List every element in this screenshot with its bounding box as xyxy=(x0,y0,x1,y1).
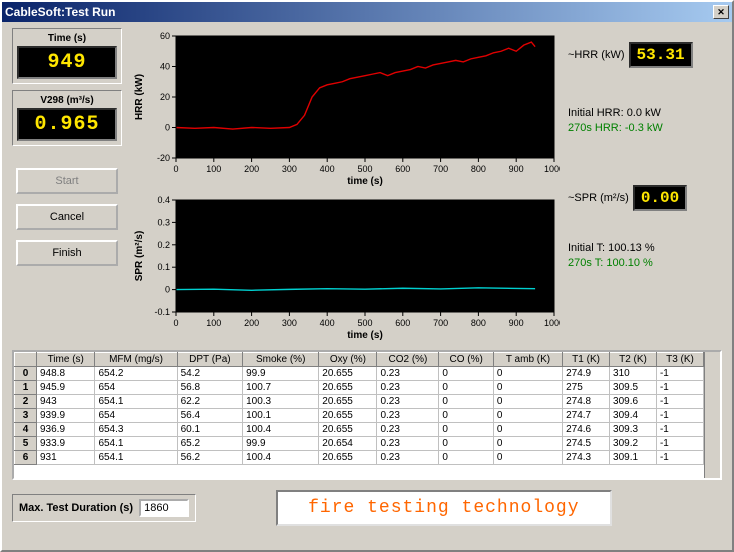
svg-text:400: 400 xyxy=(320,164,335,174)
svg-text:200: 200 xyxy=(244,164,259,174)
table-row[interactable]: 5933.9654.165.299.920.6540.2300274.5309.… xyxy=(15,437,720,451)
svg-text:500: 500 xyxy=(357,318,372,328)
svg-text:600: 600 xyxy=(395,318,410,328)
table-row[interactable]: 1945.965456.8100.720.6550.2300275309.5-1 xyxy=(15,381,720,395)
logo: fire testing technology xyxy=(276,490,611,526)
svg-text:900: 900 xyxy=(509,164,524,174)
hrr-value: 53.31 xyxy=(629,42,693,68)
svg-text:time (s): time (s) xyxy=(347,330,383,341)
svg-text:HRR (kW): HRR (kW) xyxy=(134,74,145,120)
svg-text:0.3: 0.3 xyxy=(157,217,170,227)
svg-text:-0.1: -0.1 xyxy=(154,307,170,317)
svg-text:0.4: 0.4 xyxy=(157,195,170,205)
window-title: CableSoft:Test Run xyxy=(5,5,115,19)
svg-text:60: 60 xyxy=(160,31,170,41)
finish-button[interactable]: Finish xyxy=(16,240,118,266)
duration-group: Max. Test Duration (s) xyxy=(12,494,196,522)
table-row[interactable]: 6931654.156.2100.420.6550.2300274.3309.1… xyxy=(15,451,720,465)
svg-text:300: 300 xyxy=(282,164,297,174)
hrr-chart: 01002003004005006007008009001000-2002040… xyxy=(130,28,560,188)
svg-text:300: 300 xyxy=(282,318,297,328)
table-header: CO (%) xyxy=(439,353,493,367)
data-table: Time (s)MFM (mg/s)DPT (Pa)Smoke (%)Oxy (… xyxy=(14,352,720,465)
svg-text:0: 0 xyxy=(173,318,178,328)
table-header: Smoke (%) xyxy=(243,353,319,367)
spr-value: 0.00 xyxy=(633,185,687,211)
svg-text:1000: 1000 xyxy=(544,318,560,328)
svg-text:20: 20 xyxy=(160,92,170,102)
app-window: CableSoft:Test Run ✕ Time (s) 949 V298 (… xyxy=(0,0,734,552)
table-header: DPT (Pa) xyxy=(177,353,242,367)
duration-label: Max. Test Duration (s) xyxy=(19,502,133,514)
table-row[interactable]: 2943654.162.2100.320.6550.2300274.8309.6… xyxy=(15,395,720,409)
v298-display-group: V298 (m³/s) 0.965 xyxy=(12,90,122,146)
svg-text:0.1: 0.1 xyxy=(157,262,170,272)
svg-text:400: 400 xyxy=(320,318,335,328)
svg-text:500: 500 xyxy=(357,164,372,174)
table-header: Oxy (%) xyxy=(319,353,377,367)
spr-chart: 01002003004005006007008009001000-0.100.1… xyxy=(130,192,560,342)
svg-text:800: 800 xyxy=(471,318,486,328)
hrr-initial: Initial HRR: 0.0 kW xyxy=(568,106,718,121)
svg-text:800: 800 xyxy=(471,164,486,174)
svg-text:600: 600 xyxy=(395,164,410,174)
time-value: 949 xyxy=(17,46,117,79)
cancel-button[interactable]: Cancel xyxy=(16,204,118,230)
svg-text:700: 700 xyxy=(433,164,448,174)
svg-text:time (s): time (s) xyxy=(347,176,383,187)
svg-text:0: 0 xyxy=(173,164,178,174)
table-header: T2 (K) xyxy=(610,353,657,367)
svg-text:100: 100 xyxy=(206,164,221,174)
hrr-label: ~HRR (kW) xyxy=(568,49,625,61)
spr-readout: ~SPR (m²/s) 0.00 xyxy=(568,185,718,211)
data-table-container[interactable]: Time (s)MFM (mg/s)DPT (Pa)Smoke (%)Oxy (… xyxy=(12,350,722,480)
spr-270s: 270s T: 100.10 % xyxy=(568,256,718,271)
svg-text:-20: -20 xyxy=(157,153,170,163)
time-display-group: Time (s) 949 xyxy=(12,28,122,84)
scrollbar[interactable] xyxy=(704,352,720,478)
table-row[interactable]: 3939.965456.4100.120.6550.2300274.7309.4… xyxy=(15,409,720,423)
table-row[interactable]: 0948.8654.254.299.920.6550.2300274.9310-… xyxy=(15,367,720,381)
time-label: Time (s) xyxy=(17,33,117,44)
table-header: T1 (K) xyxy=(563,353,610,367)
close-icon: ✕ xyxy=(717,7,725,18)
table-header: T3 (K) xyxy=(656,353,703,367)
start-button[interactable]: Start xyxy=(16,168,118,194)
svg-text:200: 200 xyxy=(244,318,259,328)
spr-label: ~SPR (m²/s) xyxy=(568,192,629,204)
title-bar: CableSoft:Test Run ✕ xyxy=(2,2,732,22)
hrr-readout: ~HRR (kW) 53.31 xyxy=(568,42,718,68)
v298-label: V298 (m³/s) xyxy=(17,95,117,106)
table-header: CO2 (%) xyxy=(377,353,439,367)
svg-text:700: 700 xyxy=(433,318,448,328)
spr-initial: Initial T: 100.13 % xyxy=(568,241,718,256)
v298-value: 0.965 xyxy=(17,108,117,141)
logo-text: fire testing technology xyxy=(308,498,579,518)
svg-text:40: 40 xyxy=(160,62,170,72)
table-header: MFM (mg/s) xyxy=(95,353,177,367)
close-button[interactable]: ✕ xyxy=(713,5,729,19)
svg-text:900: 900 xyxy=(509,318,524,328)
table-header: Time (s) xyxy=(37,353,95,367)
svg-text:100: 100 xyxy=(206,318,221,328)
svg-text:SPR (m²/s): SPR (m²/s) xyxy=(134,231,145,282)
svg-text:0: 0 xyxy=(165,123,170,133)
duration-input[interactable] xyxy=(139,499,189,517)
svg-text:0: 0 xyxy=(165,285,170,295)
svg-text:0.2: 0.2 xyxy=(157,240,170,250)
hrr-270s: 270s HRR: -0.3 kW xyxy=(568,121,718,136)
svg-text:1000: 1000 xyxy=(544,164,560,174)
table-header: T amb (K) xyxy=(493,353,562,367)
table-row[interactable]: 4936.9654.360.1100.420.6550.2300274.6309… xyxy=(15,423,720,437)
